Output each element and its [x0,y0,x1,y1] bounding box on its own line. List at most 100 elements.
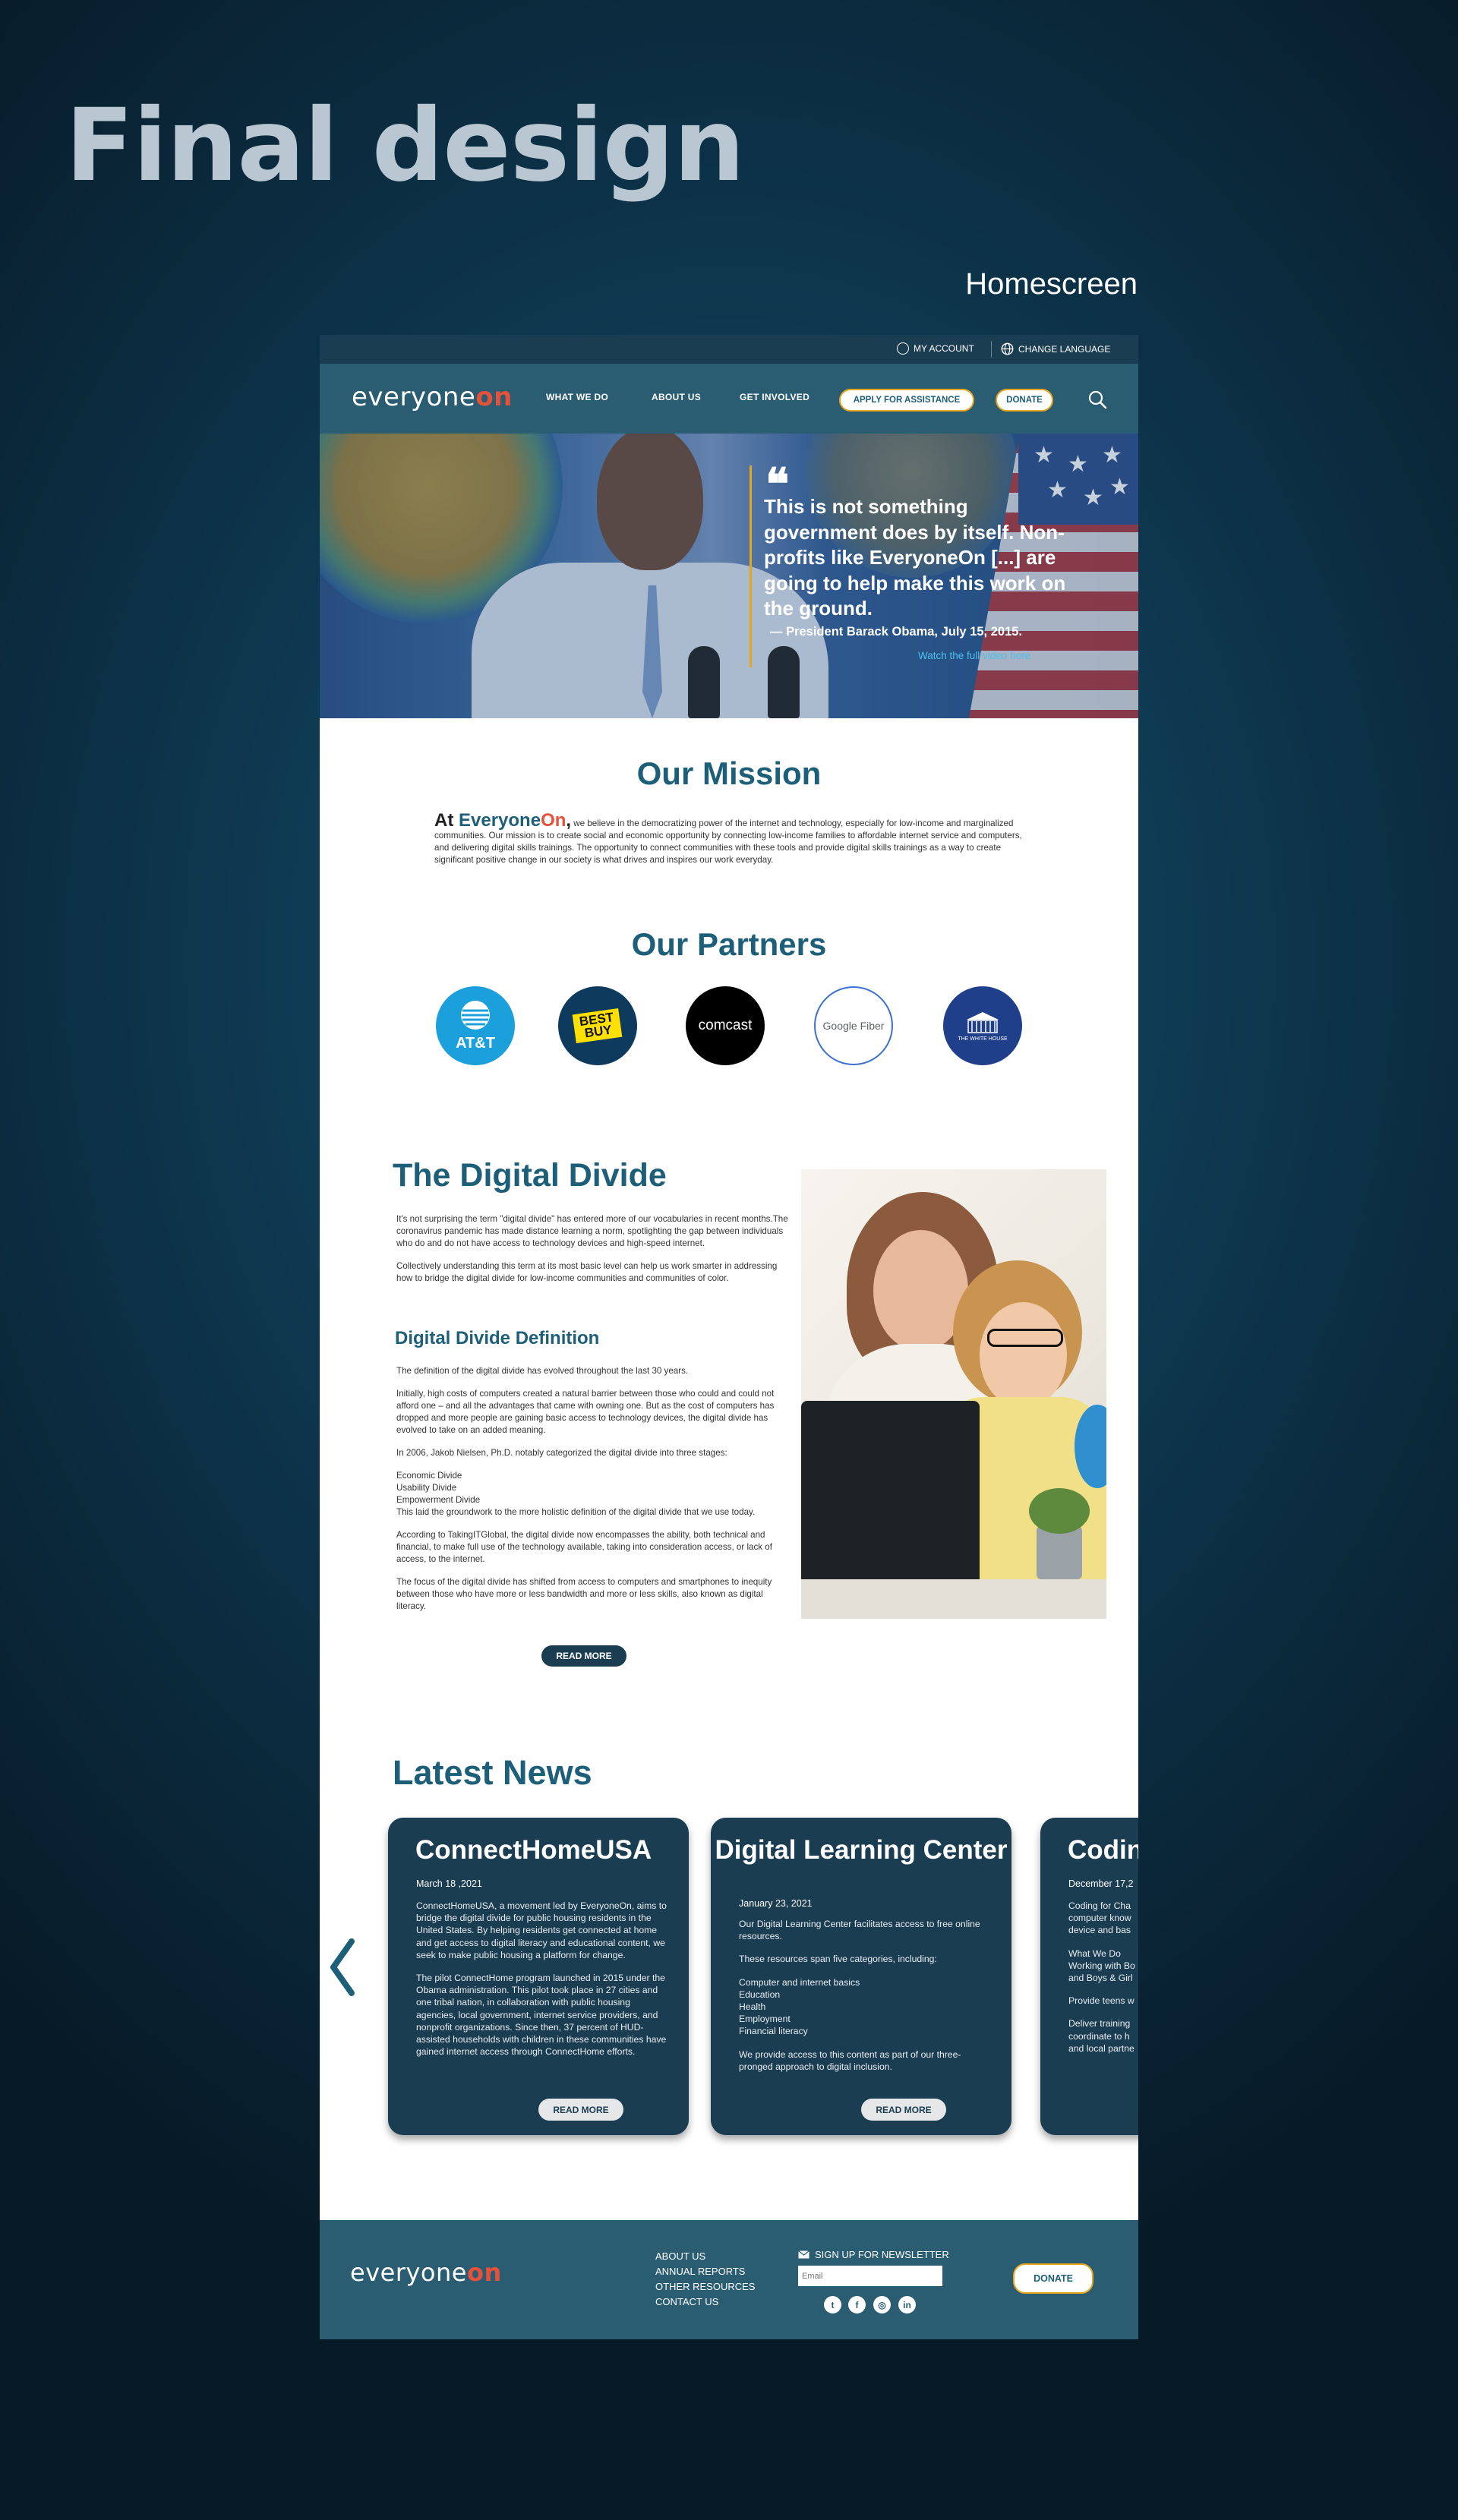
logo-accent: on [466,2258,502,2287]
news-card-title: Codin [1068,1835,1138,1865]
news-card-body: Coding for Cha computer know device and … [1068,1900,1138,2065]
news-card-date: December 17,2 [1068,1878,1134,1889]
news-card-title: ConnectHomeUSA [415,1835,652,1865]
mission-lead-at: At [434,810,459,831]
chevron-left-icon[interactable] [327,1937,358,1998]
partner-google-fiber-logo[interactable]: Google Fiber [814,986,893,1065]
digital-divide-intro: It's not surprising the term "digital di… [396,1213,791,1295]
watch-video-link[interactable]: Watch the full video here [918,650,1030,661]
partners-title: Our Partners [631,926,827,962]
news-card-body: ConnectHomeUSA, a movement led by Everyo… [416,1900,667,2068]
news-card-read-more-button[interactable]: READ MORE [538,2099,623,2121]
definition-paragraph: According to TakingITGlobal, the digital… [396,1530,772,1564]
news-card-date: March 18 ,2021 [416,1878,482,1889]
news-card-paragraph: ConnectHomeUSA, a movement led by Everyo… [416,1900,667,1960]
digital-divide-read-more-button[interactable]: READ MORE [541,1645,626,1667]
partner-att-logo[interactable]: AT&T [436,986,515,1065]
logo-accent: on [475,382,513,412]
globe-icon [1001,342,1014,355]
my-account-label: MY ACCOUNT [914,343,974,354]
definition-paragraph: The definition of the digital divide has… [396,1366,689,1376]
main-nav: everyoneon WHAT WE DO ABOUT US GET INVOL… [320,364,1138,434]
footer-links: ABOUT US ANNUAL REPORTS OTHER RESOURCES … [655,2249,755,2310]
latest-news-title: Latest News [393,1753,592,1792]
nav-about-us[interactable]: ABOUT US [652,392,701,402]
divide-stage: Usability Divide [396,1483,457,1493]
definition-paragraph: This laid the groundwork to the more hol… [396,1507,756,1517]
footer-link-contact-us[interactable]: CONTACT US [655,2294,755,2310]
news-card[interactable]: Codin December 17,2 Coding for Cha compu… [1040,1818,1138,2135]
news-card-paragraph: The pilot ConnectHome program launched i… [416,1973,667,2058]
presentation-title: Final design [65,87,745,204]
news-card[interactable]: Digital Learning Center January 23, 2021… [711,1818,1011,2135]
news-card-list-item: Computer and internet basics [739,1976,860,1988]
news-card-title: Digital Learning Center [715,1835,1008,1865]
partner-comcast-logo[interactable]: comcast [686,986,765,1065]
photo-girl-face [980,1302,1067,1408]
linkedin-icon[interactable]: in [898,2296,916,2313]
news-card-paragraph: Our Digital Learning Center facilitates … [739,1919,980,1942]
instagram-icon[interactable]: ◎ [873,2296,891,2313]
facebook-icon[interactable]: f [848,2296,866,2313]
news-card-read-more-button[interactable]: READ MORE [861,2099,946,2121]
definition-paragraph: In 2006, Jakob Nielsen, Ph.D. notably ca… [396,1448,727,1458]
news-card-paragraph: Deliver training coordinate to h and loc… [1068,2018,1135,2054]
partner-bestbuy-logo[interactable]: BEST BUY [558,986,637,1065]
newsletter-label: SIGN UP FOR NEWSLETTER [815,2249,949,2260]
footer-donate-button[interactable]: DONATE [1013,2263,1094,2294]
news-card-paragraph: We provide access to this content as par… [739,2048,961,2072]
divide-stage: Economic Divide [396,1471,462,1481]
photo-plant-pot [1037,1526,1082,1579]
screen-label: Homescreen [965,267,1138,301]
news-card-body: Our Digital Learning Center facilitates … [739,1918,982,2083]
quote-accent-line [750,465,752,667]
news-card-date: January 23, 2021 [739,1898,813,1909]
logo-main: everyone [352,382,476,412]
apply-for-assistance-button[interactable]: APPLY FOR ASSISTANCE [839,389,974,412]
newsletter-email-input[interactable] [798,2266,942,2286]
bestbuy-label-2: BUY [583,1022,614,1041]
news-card-paragraph: Provide teens w [1068,1995,1135,2007]
change-language-link[interactable]: CHANGE LANGUAGE [1001,342,1110,355]
divide-stage: Empowerment Divide [396,1495,481,1505]
footer-link-other-resources[interactable]: OTHER RESOURCES [655,2279,755,2294]
news-card-list-item: Financial literacy [739,2026,808,2037]
footer-link-about-us[interactable]: ABOUT US [655,2249,755,2264]
hero-quote: This is not something government does by… [764,495,1066,620]
hero-banner: ★ ★ ★ ★ ★ ★ ❝ This is not something gove… [320,434,1138,718]
footer-link-annual-reports[interactable]: ANNUAL REPORTS [655,2264,755,2279]
change-language-label: CHANGE LANGUAGE [1018,343,1111,355]
utility-bar: MY ACCOUNT CHANGE LANGUAGE [320,335,1138,364]
site-logo[interactable]: everyoneon [352,382,513,412]
hero-quote-attribution: — President Barack Obama, July 15, 2015. [770,625,1023,639]
digital-divide-paragraph: It's not surprising the term "digital di… [396,1214,788,1248]
envelope-icon [798,2250,809,2259]
mission-lead-on: On [541,810,566,831]
twitter-icon[interactable]: t [824,2296,841,2313]
partner-white-house-logo[interactable]: THE WHITE HOUSE [943,986,1022,1065]
digital-divide-definition-text: The definition of the digital divide has… [396,1365,791,1623]
nav-get-involved[interactable]: GET INVOLVED [740,392,809,402]
utility-divider [991,341,992,358]
nav-what-we-do[interactable]: WHAT WE DO [546,392,608,402]
search-icon[interactable] [1087,390,1107,409]
footer-logo[interactable]: everyoneon [350,2258,502,2287]
photo-glasses [987,1329,1063,1347]
photo-laptop [801,1401,980,1587]
photo-plant [1029,1488,1090,1534]
news-card-list-item: Education [739,1989,781,2000]
news-card-list-item: Health [739,2001,766,2013]
definition-paragraph: Initially, high costs of computers creat… [396,1389,775,1435]
news-card[interactable]: ConnectHomeUSA March 18 ,2021 ConnectHom… [388,1818,689,2135]
donate-button[interactable]: DONATE [996,389,1053,412]
att-globe-icon [461,1001,490,1030]
my-account-link[interactable]: MY ACCOUNT [897,342,974,355]
att-label: AT&T [456,1035,495,1052]
news-card-paragraph: These resources span five categories, in… [739,1954,937,1965]
comcast-label: comcast [698,1017,753,1033]
digital-divide-paragraph: Collectively understanding this term at … [396,1261,778,1283]
google-fiber-label: Google Fiber [822,1020,885,1032]
white-house-label: THE WHITE HOUSE [958,1036,1008,1042]
digital-divide-title: The Digital Divide [393,1157,667,1194]
mission-title: Our Mission [636,755,822,791]
